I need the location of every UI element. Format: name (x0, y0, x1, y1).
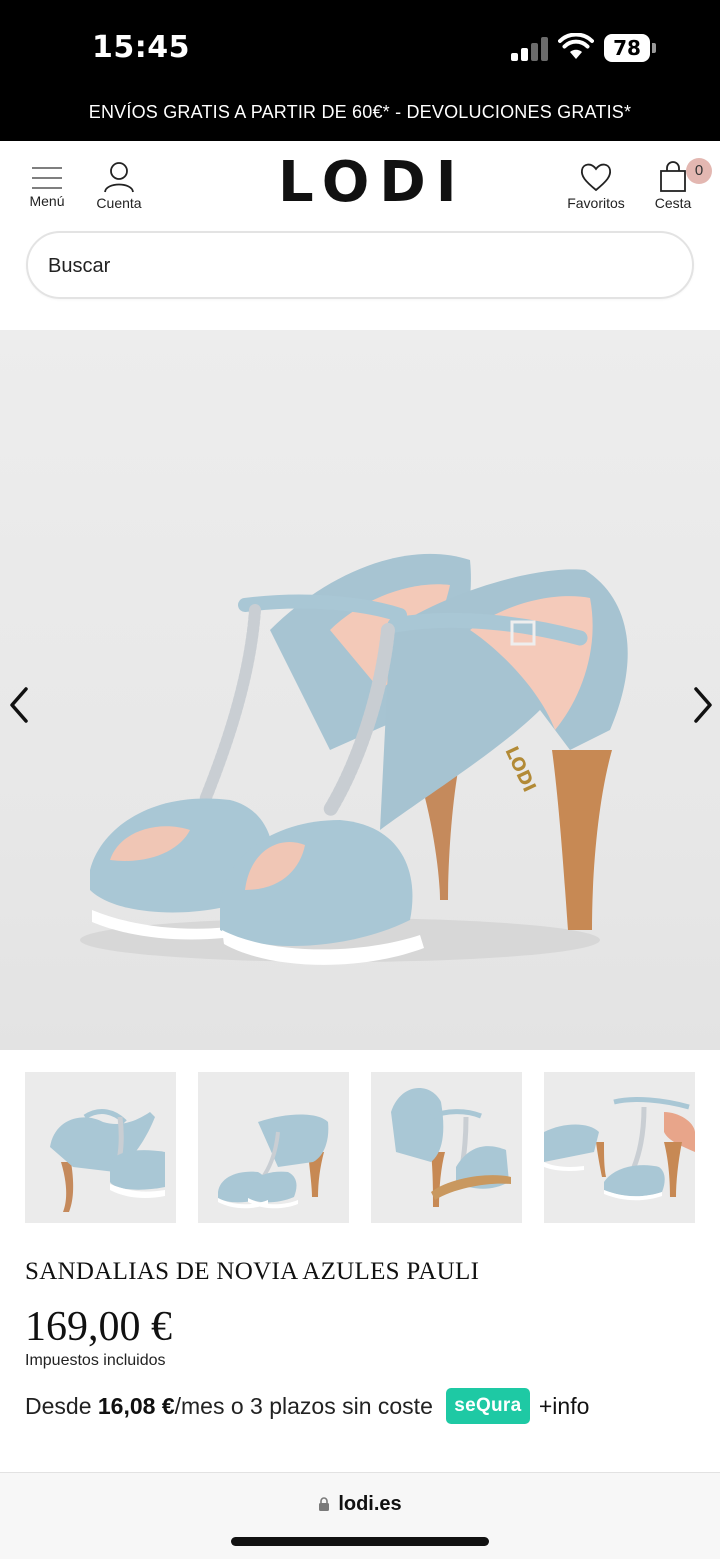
account-label: Cuenta (96, 195, 142, 211)
url-display[interactable]: lodi.es (0, 1493, 720, 1516)
cart-count-badge: 0 (686, 158, 712, 184)
shopping-bag-icon (660, 161, 686, 192)
user-icon (104, 162, 134, 193)
cellular-signal-icon (511, 37, 549, 61)
thumbnail-1[interactable] (25, 1072, 176, 1223)
previous-image-arrow-icon[interactable] (2, 683, 42, 727)
product-title: SANDALIAS DE NOVIA AZULES PAULI (25, 1258, 480, 1285)
account-button[interactable]: Cuenta (92, 161, 146, 211)
battery-tip (652, 43, 656, 53)
financing-suffix: /mes o 3 plazos sin coste (174, 1392, 433, 1419)
sequra-logo[interactable]: seQura (445, 1388, 530, 1424)
search-bar[interactable] (26, 231, 694, 299)
battery-level: 78 (604, 34, 650, 62)
product-main-image[interactable]: LODI (0, 330, 720, 1050)
hamburger-icon (32, 167, 62, 189)
product-price: 169,00 € (25, 1304, 172, 1350)
thumbnail-2[interactable] (198, 1072, 349, 1223)
cart-label: Cesta (654, 195, 692, 211)
home-indicator[interactable] (231, 1537, 489, 1546)
favorites-button[interactable]: Favoritos (564, 161, 628, 211)
tax-note: Impuestos incluidos (25, 1352, 166, 1369)
site-header: Menú Cuenta LODI Favoritos Cesta (0, 141, 720, 231)
financing-amount: 16,08 € (97, 1392, 175, 1419)
product-photo: LODI (80, 553, 628, 965)
financing-prefix: Desde (25, 1392, 98, 1419)
thumbnail-strip (25, 1072, 695, 1223)
thumbnail-image (50, 1109, 165, 1212)
site-logo[interactable]: LODI (278, 153, 457, 213)
thumbnail-image (218, 1114, 329, 1209)
svg-text:LODI: LODI (500, 743, 539, 795)
thumbnail-4[interactable] (544, 1072, 695, 1223)
menu-label: Menú (29, 193, 65, 209)
status-bar: 15:45 78 (0, 0, 720, 96)
promo-banner: ENVÍOS GRATIS A PARTIR DE 60€* - DEVOLUC… (0, 96, 720, 141)
lock-icon (319, 1497, 330, 1511)
url-text: lodi.es (338, 1493, 402, 1515)
menu-button[interactable]: Menú (26, 161, 68, 209)
more-info-link[interactable]: +info (539, 1393, 590, 1420)
financing-info: Desde 16,08 € /mes o 3 plazos sin coste … (25, 1386, 589, 1426)
favorites-label: Favoritos (567, 195, 625, 211)
thumbnail-image (544, 1097, 695, 1201)
heart-icon (580, 163, 612, 192)
next-image-arrow-icon[interactable] (680, 683, 720, 727)
search-input[interactable] (48, 247, 668, 285)
status-time: 15:45 (92, 30, 190, 65)
thumbnail-3[interactable] (371, 1072, 522, 1223)
wifi-icon (558, 33, 594, 59)
thumbnail-image (391, 1088, 511, 1207)
